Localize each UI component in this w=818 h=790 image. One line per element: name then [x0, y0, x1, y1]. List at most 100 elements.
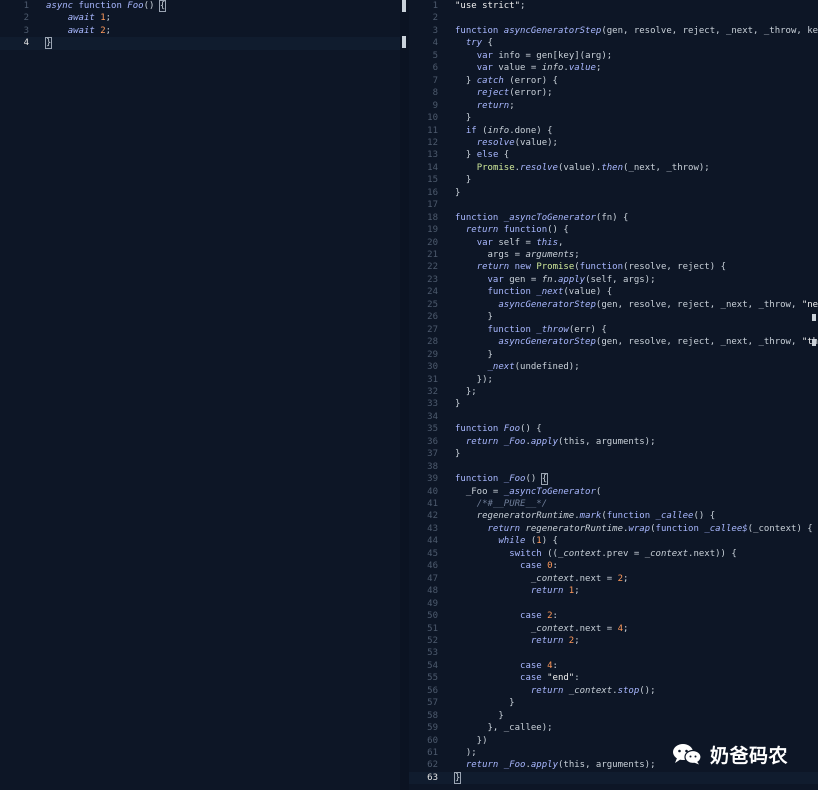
code-line[interactable]: 12 resolve(value);	[409, 137, 818, 149]
code-text[interactable]: asyncGeneratorStep(gen, resolve, reject,…	[455, 299, 818, 311]
code-line[interactable]: 54 case 4:	[409, 660, 818, 672]
code-line[interactable]: 46 case 0:	[409, 560, 818, 572]
code-line[interactable]: 32 };	[409, 386, 818, 398]
code-line[interactable]: 2 await 1;	[0, 12, 400, 24]
code-text[interactable]: regeneratorRuntime.mark(function _callee…	[455, 510, 715, 522]
code-text[interactable]: case "end":	[455, 672, 580, 684]
code-text[interactable]: function _Foo() {	[455, 473, 549, 486]
code-text[interactable]: return _Foo.apply(this, arguments);	[455, 436, 656, 448]
code-line[interactable]: 15 }	[409, 174, 818, 186]
code-line[interactable]: 48 return 1;	[409, 585, 818, 597]
code-line[interactable]: 27 function _throw(err) {	[409, 324, 818, 336]
code-line[interactable]: 6 var value = info.value;	[409, 62, 818, 74]
code-line[interactable]: 47 _context.next = 2;	[409, 573, 818, 585]
code-line[interactable]: 14 Promise.resolve(value).then(_next, _t…	[409, 162, 818, 174]
code-line[interactable]: 39 function _Foo() {	[409, 473, 818, 486]
code-line[interactable]: 38	[409, 461, 818, 473]
code-text[interactable]: }	[455, 112, 471, 124]
code-line[interactable]: 25 asyncGeneratorStep(gen, resolve, reje…	[409, 299, 818, 311]
code-line[interactable]: 37}	[409, 448, 818, 460]
code-text[interactable]: _Foo = _asyncToGenerator(	[455, 486, 602, 498]
code-line[interactable]: 43 return regeneratorRuntime.wrap(functi…	[409, 523, 818, 535]
code-line[interactable]: 21 args = arguments;	[409, 249, 818, 261]
code-line[interactable]: 22 return new Promise(function(resolve, …	[409, 261, 818, 273]
code-text[interactable]: Promise.resolve(value).then(_next, _thro…	[455, 162, 710, 174]
code-text[interactable]: });	[455, 374, 493, 386]
code-text[interactable]: return new Promise(function(resolve, rej…	[455, 261, 726, 273]
code-line[interactable]: 28 asyncGeneratorStep(gen, resolve, reje…	[409, 336, 818, 348]
code-text[interactable]: _next(undefined);	[455, 361, 580, 373]
code-line[interactable]: 11 if (info.done) {	[409, 125, 818, 137]
code-text[interactable]: }	[455, 349, 493, 361]
code-line[interactable]: 3 await 2;	[0, 25, 400, 37]
code-text[interactable]: return _context.stop();	[455, 685, 656, 697]
code-line[interactable]: 8 reject(error);	[409, 87, 818, 99]
code-text[interactable]: /*#__PURE__*/	[455, 498, 547, 510]
code-text[interactable]: asyncGeneratorStep(gen, resolve, reject,…	[455, 336, 818, 348]
code-line[interactable]: 30 _next(undefined);	[409, 361, 818, 373]
code-text[interactable]: case 4:	[455, 660, 558, 672]
code-line[interactable]: 63}	[409, 771, 818, 785]
pane-divider[interactable]	[400, 0, 409, 790]
code-line[interactable]: 3 function asyncGeneratorStep(gen, resolv…	[409, 25, 818, 37]
code-line[interactable]: 56 return _context.stop();	[409, 685, 818, 697]
code-text[interactable]: var info = gen[key](arg);	[455, 50, 612, 62]
code-line[interactable]: 55 case "end":	[409, 672, 818, 684]
code-text[interactable]: }	[455, 448, 460, 460]
code-text[interactable]: reject(error);	[455, 87, 553, 99]
code-line[interactable]: 51 _context.next = 4;	[409, 623, 818, 635]
code-line[interactable]: 50 case 2:	[409, 610, 818, 622]
code-line[interactable]: 49	[409, 598, 818, 610]
code-line[interactable]: 36 return _Foo.apply(this, arguments);	[409, 436, 818, 448]
code-text[interactable]: var self = this,	[455, 237, 564, 249]
code-line[interactable]: 26 }	[409, 311, 818, 323]
code-text[interactable]: async function Foo() {	[46, 0, 167, 12]
code-text[interactable]: }	[455, 710, 503, 722]
code-text[interactable]: }	[455, 187, 460, 199]
code-text[interactable]: }	[455, 697, 514, 709]
code-line[interactable]: 31 });	[409, 374, 818, 386]
code-text[interactable]: function asyncGeneratorStep(gen, resolve…	[455, 25, 818, 37]
code-text[interactable]: };	[455, 386, 477, 398]
code-text[interactable]: return 1;	[455, 585, 580, 597]
code-text[interactable]: function _asyncToGenerator(fn) {	[455, 212, 628, 224]
code-text[interactable]: }	[455, 398, 460, 410]
code-text[interactable]: return _Foo.apply(this, arguments);	[455, 759, 656, 771]
code-line[interactable]: 4}	[0, 37, 400, 50]
code-line[interactable]: 13 } else {	[409, 149, 818, 161]
code-line[interactable]: 41 /*#__PURE__*/	[409, 498, 818, 510]
code-text[interactable]: function _throw(err) {	[455, 324, 607, 336]
code-line[interactable]: 33}	[409, 398, 818, 410]
code-text[interactable]: }	[453, 771, 462, 784]
code-text[interactable]: return 2;	[455, 635, 580, 647]
code-text[interactable]: }	[455, 174, 471, 186]
code-text[interactable]: switch ((_context.prev = _context.next))…	[455, 548, 737, 560]
code-line[interactable]: 34	[409, 411, 818, 423]
code-text[interactable]: _context.next = 2;	[455, 573, 629, 585]
code-line[interactable]: 24 function _next(value) {	[409, 286, 818, 298]
code-text[interactable]: }, _callee);	[455, 722, 553, 734]
code-text[interactable]: return regeneratorRuntime.wrap(function …	[455, 523, 813, 535]
code-text[interactable]: await 2;	[46, 25, 111, 37]
code-line[interactable]: 19 return function() {	[409, 224, 818, 236]
code-text[interactable]: }	[44, 37, 53, 50]
code-text[interactable]: return function() {	[455, 224, 569, 236]
code-line[interactable]: 17	[409, 199, 818, 211]
code-line[interactable]: 18 function _asyncToGenerator(fn) {	[409, 212, 818, 224]
code-text[interactable]: );	[455, 747, 477, 759]
code-line[interactable]: 2	[409, 12, 818, 24]
code-line[interactable]: 40 _Foo = _asyncToGenerator(	[409, 486, 818, 498]
code-line[interactable]: 45 switch ((_context.prev = _context.nex…	[409, 548, 818, 560]
code-line[interactable]: 59 }, _callee);	[409, 722, 818, 734]
code-text[interactable]: } catch (error) {	[455, 75, 558, 87]
code-text[interactable]: if (info.done) {	[455, 125, 553, 137]
code-line[interactable]: 4 try {	[409, 37, 818, 49]
scroll-thumb[interactable]	[402, 0, 406, 12]
code-text[interactable]: })	[455, 735, 488, 747]
code-line[interactable]: 42 regeneratorRuntime.mark(function _cal…	[409, 510, 818, 522]
code-line[interactable]: 16}	[409, 187, 818, 199]
code-text[interactable]: case 2:	[455, 610, 558, 622]
code-line[interactable]: 44 while (1) {	[409, 535, 818, 547]
code-line[interactable]: 58 }	[409, 710, 818, 722]
code-line[interactable]: 29 }	[409, 349, 818, 361]
